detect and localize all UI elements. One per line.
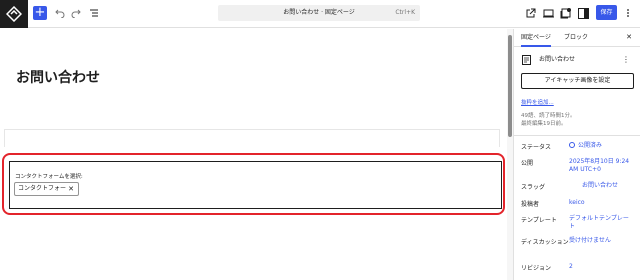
property-label: スラッグ: [521, 184, 546, 191]
set-featured-image-button[interactable]: アイキャッチ画像を設定: [521, 73, 634, 89]
tab-page[interactable]: 固定ページ: [521, 29, 551, 47]
remove-token-icon[interactable]: ✕: [68, 183, 74, 195]
discussion-value[interactable]: 受け付けません: [569, 237, 611, 245]
word-count-text: 49語、読了時間1分。: [521, 113, 576, 119]
settings-sidebar: 固定ページ ブロック ✕ お問い合わせ ⋮ アイキャッチ画像を設定 抜粋を追加.…: [513, 29, 640, 280]
property-label: テンプレート: [521, 217, 557, 224]
site-logo-icon: [6, 6, 22, 22]
author-value[interactable]: keico: [569, 199, 585, 207]
property-label: リビジョン: [521, 265, 552, 272]
redo-icon[interactable]: [69, 6, 83, 20]
contact-form-label: コンタクトフォームを選択:: [15, 174, 83, 180]
editor-toolbar: + お問い合わせ · 固定ページ Ctrl+K 保存: [0, 0, 640, 28]
save-button[interactable]: 保存: [596, 5, 617, 20]
contact-form-block[interactable]: コンタクトフォームを選択: コンタクトフォー ✕: [9, 161, 502, 209]
spacer-block[interactable]: [4, 129, 500, 147]
page-meta-info: 49語、読了時間1分。 最終編集19日前。: [521, 112, 576, 128]
page-name: お問い合わせ: [539, 56, 576, 63]
command-palette-bar[interactable]: お問い合わせ · 固定ページ Ctrl+K: [218, 5, 420, 21]
styles-icon[interactable]: [558, 6, 572, 20]
page-title[interactable]: お問い合わせ: [16, 67, 100, 87]
revisions-value[interactable]: 2: [569, 263, 573, 271]
add-block-button[interactable]: +: [33, 6, 47, 20]
slug-value[interactable]: お問い合わせ: [582, 182, 618, 190]
property-label: ステータス: [521, 144, 552, 151]
sidebar-divider: [514, 135, 640, 136]
editor-canvas[interactable]: お問い合わせ コンタクトフォームを選択: コンタクトフォー ✕: [0, 29, 507, 280]
page-summary-row: お問い合わせ ⋮: [520, 54, 634, 66]
view-page-icon[interactable]: [524, 6, 538, 20]
close-sidebar-icon[interactable]: ✕: [626, 29, 632, 46]
property-label: ディスカッション: [521, 239, 569, 246]
page-actions-icon[interactable]: ⋮: [622, 54, 630, 66]
status-value-text: 公開済み: [578, 142, 603, 149]
template-value[interactable]: デフォルトテンプレート: [569, 215, 633, 231]
wordpress-logo-button[interactable]: [0, 0, 28, 28]
status-value[interactable]: 公開済み: [569, 142, 602, 150]
command-title: お問い合わせ · 固定ページ: [283, 9, 355, 16]
tab-block[interactable]: ブロック: [564, 29, 588, 47]
published-status-icon: [569, 142, 575, 148]
property-label: 公開: [521, 160, 534, 167]
document-overview-icon[interactable]: [87, 6, 101, 20]
undo-icon[interactable]: [53, 6, 67, 20]
device-preview-icon[interactable]: [541, 6, 555, 20]
options-menu-icon[interactable]: [621, 6, 635, 20]
sidebar-tabs: 固定ページ ブロック ✕: [514, 29, 640, 47]
selected-form-token: コンタクトフォー: [18, 185, 67, 192]
add-excerpt-link[interactable]: 抜粋を追加...: [521, 98, 554, 106]
scrollbar-thumb[interactable]: [508, 35, 512, 137]
page-icon: [522, 55, 531, 65]
settings-sidebar-icon[interactable]: [576, 6, 590, 20]
command-shortcut: Ctrl+K: [395, 9, 415, 16]
last-edited-text: 最終編集19日前。: [521, 121, 567, 127]
contact-form-selector[interactable]: コンタクトフォー ✕: [14, 182, 79, 196]
property-label: 投稿者: [521, 201, 540, 208]
publish-date-value[interactable]: 2025年8月10日 9:24 AM UTC+0: [569, 158, 633, 174]
